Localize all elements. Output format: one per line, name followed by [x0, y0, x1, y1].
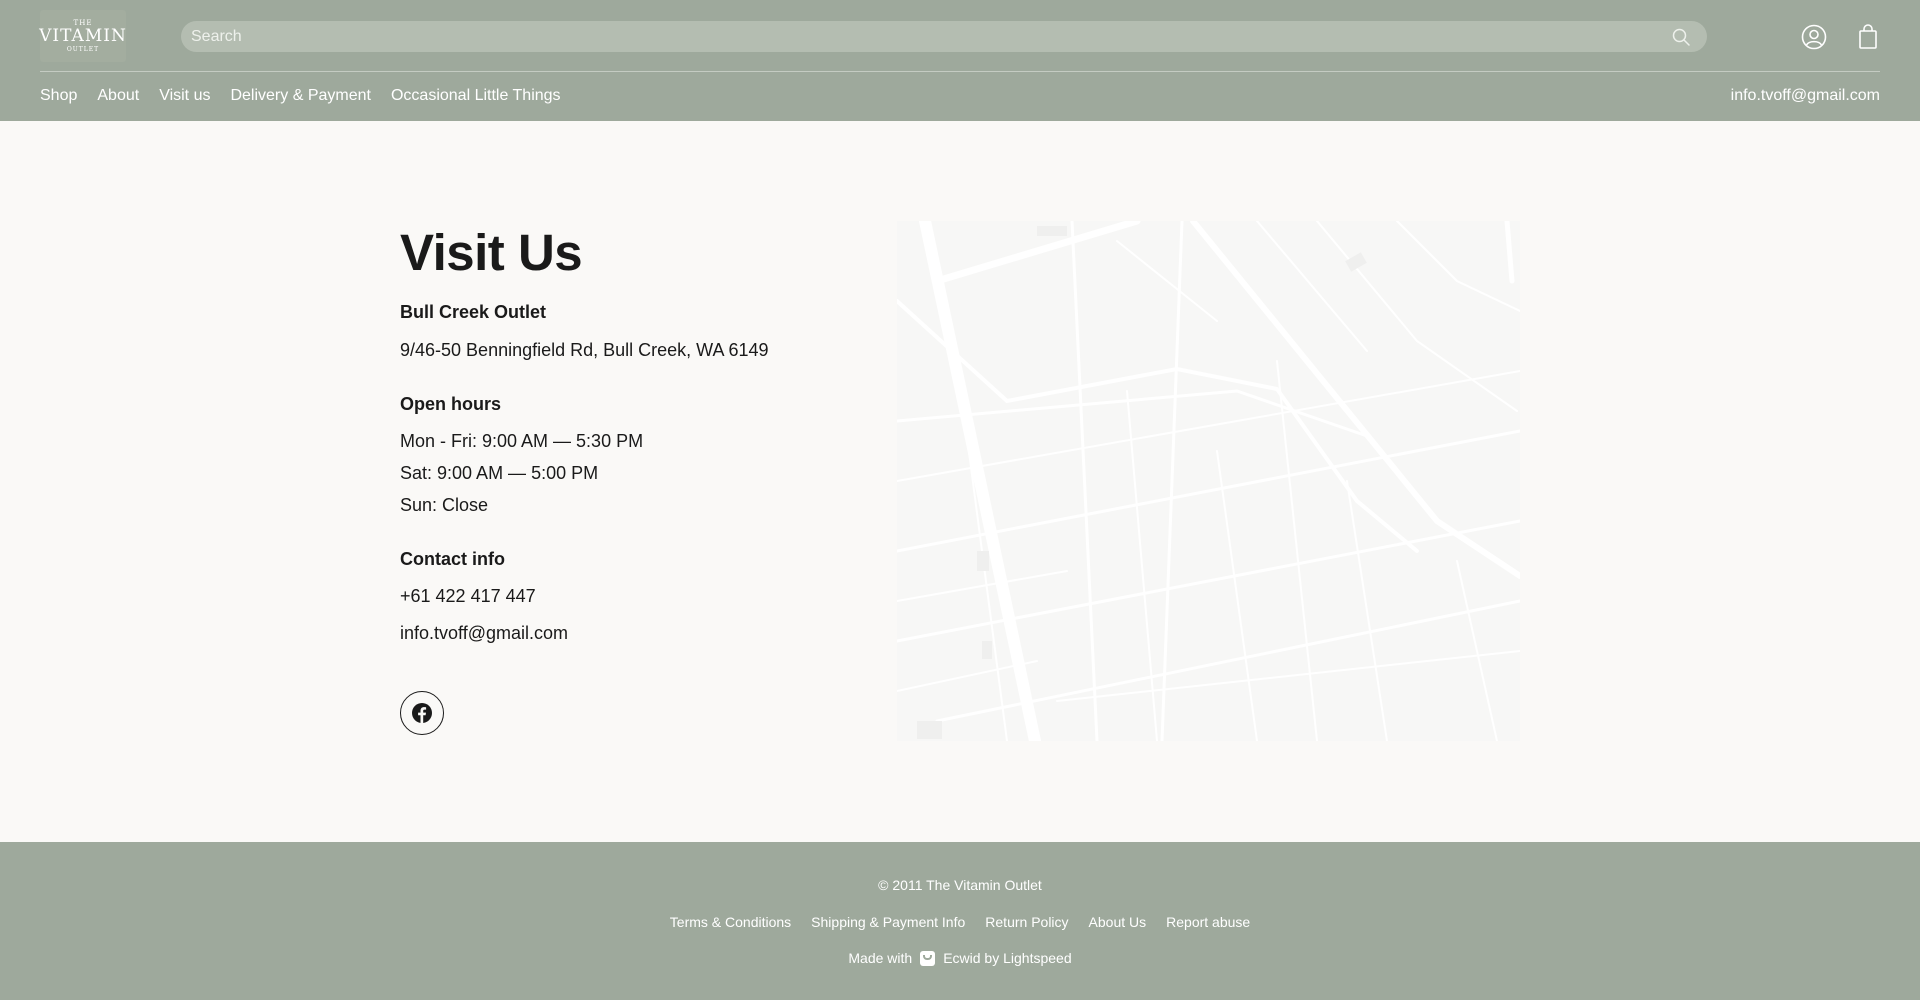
hours-title: Open hours [400, 394, 502, 414]
ecwid-brand-link[interactable]: Ecwid by Lightspeed [943, 949, 1071, 967]
contact-phone[interactable]: +61 422 417 447 [400, 585, 880, 607]
store-logo[interactable]: THE VITAMIN OUTLET [39, 10, 127, 62]
facebook-icon [412, 703, 432, 723]
store-address: 9/46-50 Benningfield Rd, Bull Creek, WA … [400, 340, 769, 360]
footer-link-terms[interactable]: Terms & Conditions [670, 913, 791, 931]
nav-delivery-payment[interactable]: Delivery & Payment [230, 86, 371, 106]
header-email-link[interactable]: info.tvoff@gmail.com [1731, 86, 1880, 106]
header-divider [40, 71, 1880, 72]
search-bar [181, 21, 1707, 52]
user-icon[interactable] [1800, 23, 1828, 51]
footer-link-report-abuse[interactable]: Report abuse [1166, 913, 1250, 931]
store-location-map[interactable] [897, 221, 1520, 741]
site-footer: © 2011 The Vitamin Outlet Terms & Condit… [0, 842, 1920, 1000]
logo-line-2: VITAMIN [39, 25, 127, 46]
map-streets [897, 221, 1520, 741]
logo-line-3: OUTLET [66, 45, 100, 53]
main-nav: Shop About Visit us Delivery & Payment O… [40, 86, 561, 106]
made-with-label: Made with [848, 950, 913, 966]
ecwid-icon [920, 950, 936, 966]
nav-visit-us[interactable]: Visit us [159, 86, 210, 106]
hours-sunday: Sun: Close [400, 495, 489, 515]
footer-links: Terms & Conditions Shipping & Payment In… [0, 913, 1920, 931]
hours-saturday: Sat: 9:00 AM — 5:00 PM [400, 463, 599, 483]
footer-link-shipping[interactable]: Shipping & Payment Info [811, 913, 965, 931]
main-content: Visit Us Bull Creek Outlet 9/46-50 Benni… [0, 121, 1920, 842]
hours-weekdays: Mon - Fri: 9:00 AM — 5:30 PM [400, 431, 644, 451]
search-input[interactable] [191, 21, 1651, 52]
made-with-ecwid[interactable]: Made with Ecwid by Lightspeed [0, 949, 1920, 967]
nav-occasional-little-things[interactable]: Occasional Little Things [391, 86, 561, 106]
store-name: Bull Creek Outlet [400, 302, 547, 322]
site-header: THE VITAMIN OUTLET Shop About Visit us D… [0, 0, 1920, 121]
store-info: Visit Us Bull Creek Outlet 9/46-50 Benni… [400, 223, 880, 644]
shopping-bag-icon[interactable] [1854, 23, 1882, 51]
nav-about[interactable]: About [97, 86, 139, 106]
contact-title: Contact info [400, 549, 505, 569]
facebook-button[interactable] [400, 691, 444, 735]
nav-shop[interactable]: Shop [40, 86, 77, 106]
footer-copyright: © 2011 The Vitamin Outlet [878, 877, 1042, 893]
search-icon[interactable] [1671, 27, 1691, 47]
contact-email[interactable]: info.tvoff@gmail.com [400, 622, 880, 644]
footer-link-about-us[interactable]: About Us [1089, 913, 1147, 931]
footer-link-return-policy[interactable]: Return Policy [985, 913, 1068, 931]
page-title: Visit Us [400, 224, 583, 281]
